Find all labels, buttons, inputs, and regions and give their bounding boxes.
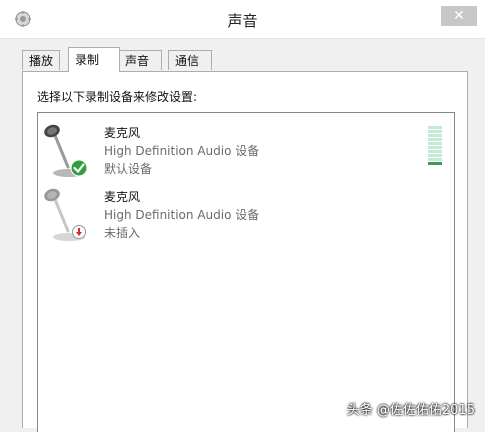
tab-playback[interactable]: 播放 [22, 50, 60, 70]
watermark: 头条 @佐佐佑佑2015 [346, 403, 475, 418]
meter-segment [428, 130, 442, 133]
title-bar: 声音 ✕ [0, 0, 485, 39]
meter-segment [428, 146, 442, 149]
tab-communications[interactable]: 通信 [168, 50, 212, 70]
meter-segment [428, 126, 442, 129]
meter-segment [428, 138, 442, 141]
meter-segment [428, 158, 442, 161]
meter-segment [428, 162, 442, 165]
tab-sounds[interactable]: 声音 [118, 50, 162, 70]
unplugged-icon [72, 225, 86, 239]
device-item-microphone-unplugged[interactable]: 麦克风 High Definition Audio 设备 未插入 [38, 183, 454, 245]
device-description: High Definition Audio 设备 [104, 144, 260, 158]
window-title: 声音 [227, 12, 258, 30]
meter-segment [428, 142, 442, 145]
recording-panel: 选择以下录制设备来修改设置: 麦克风 High Definition Audio… [22, 71, 468, 432]
meter-segment [428, 134, 442, 137]
device-list[interactable]: 麦克风 High Definition Audio 设备 默认设备 麦克风 Hi… [37, 112, 455, 432]
meter-segment [428, 154, 442, 157]
meter-segment [428, 150, 442, 153]
device-name: 麦克风 [104, 190, 141, 204]
device-item-microphone-default[interactable]: 麦克风 High Definition Audio 设备 默认设备 [38, 119, 454, 181]
instruction-text: 选择以下录制设备来修改设置: [37, 90, 198, 104]
device-name: 麦克风 [104, 126, 141, 140]
microphone-icon [44, 188, 85, 241]
device-status: 未插入 [104, 226, 141, 240]
close-button[interactable]: ✕ [441, 6, 477, 26]
device-description: High Definition Audio 设备 [104, 208, 260, 222]
level-meter [428, 126, 442, 166]
check-icon [70, 159, 88, 177]
device-status: 默认设备 [104, 162, 153, 176]
tab-recording[interactable]: 录制 [68, 47, 120, 72]
